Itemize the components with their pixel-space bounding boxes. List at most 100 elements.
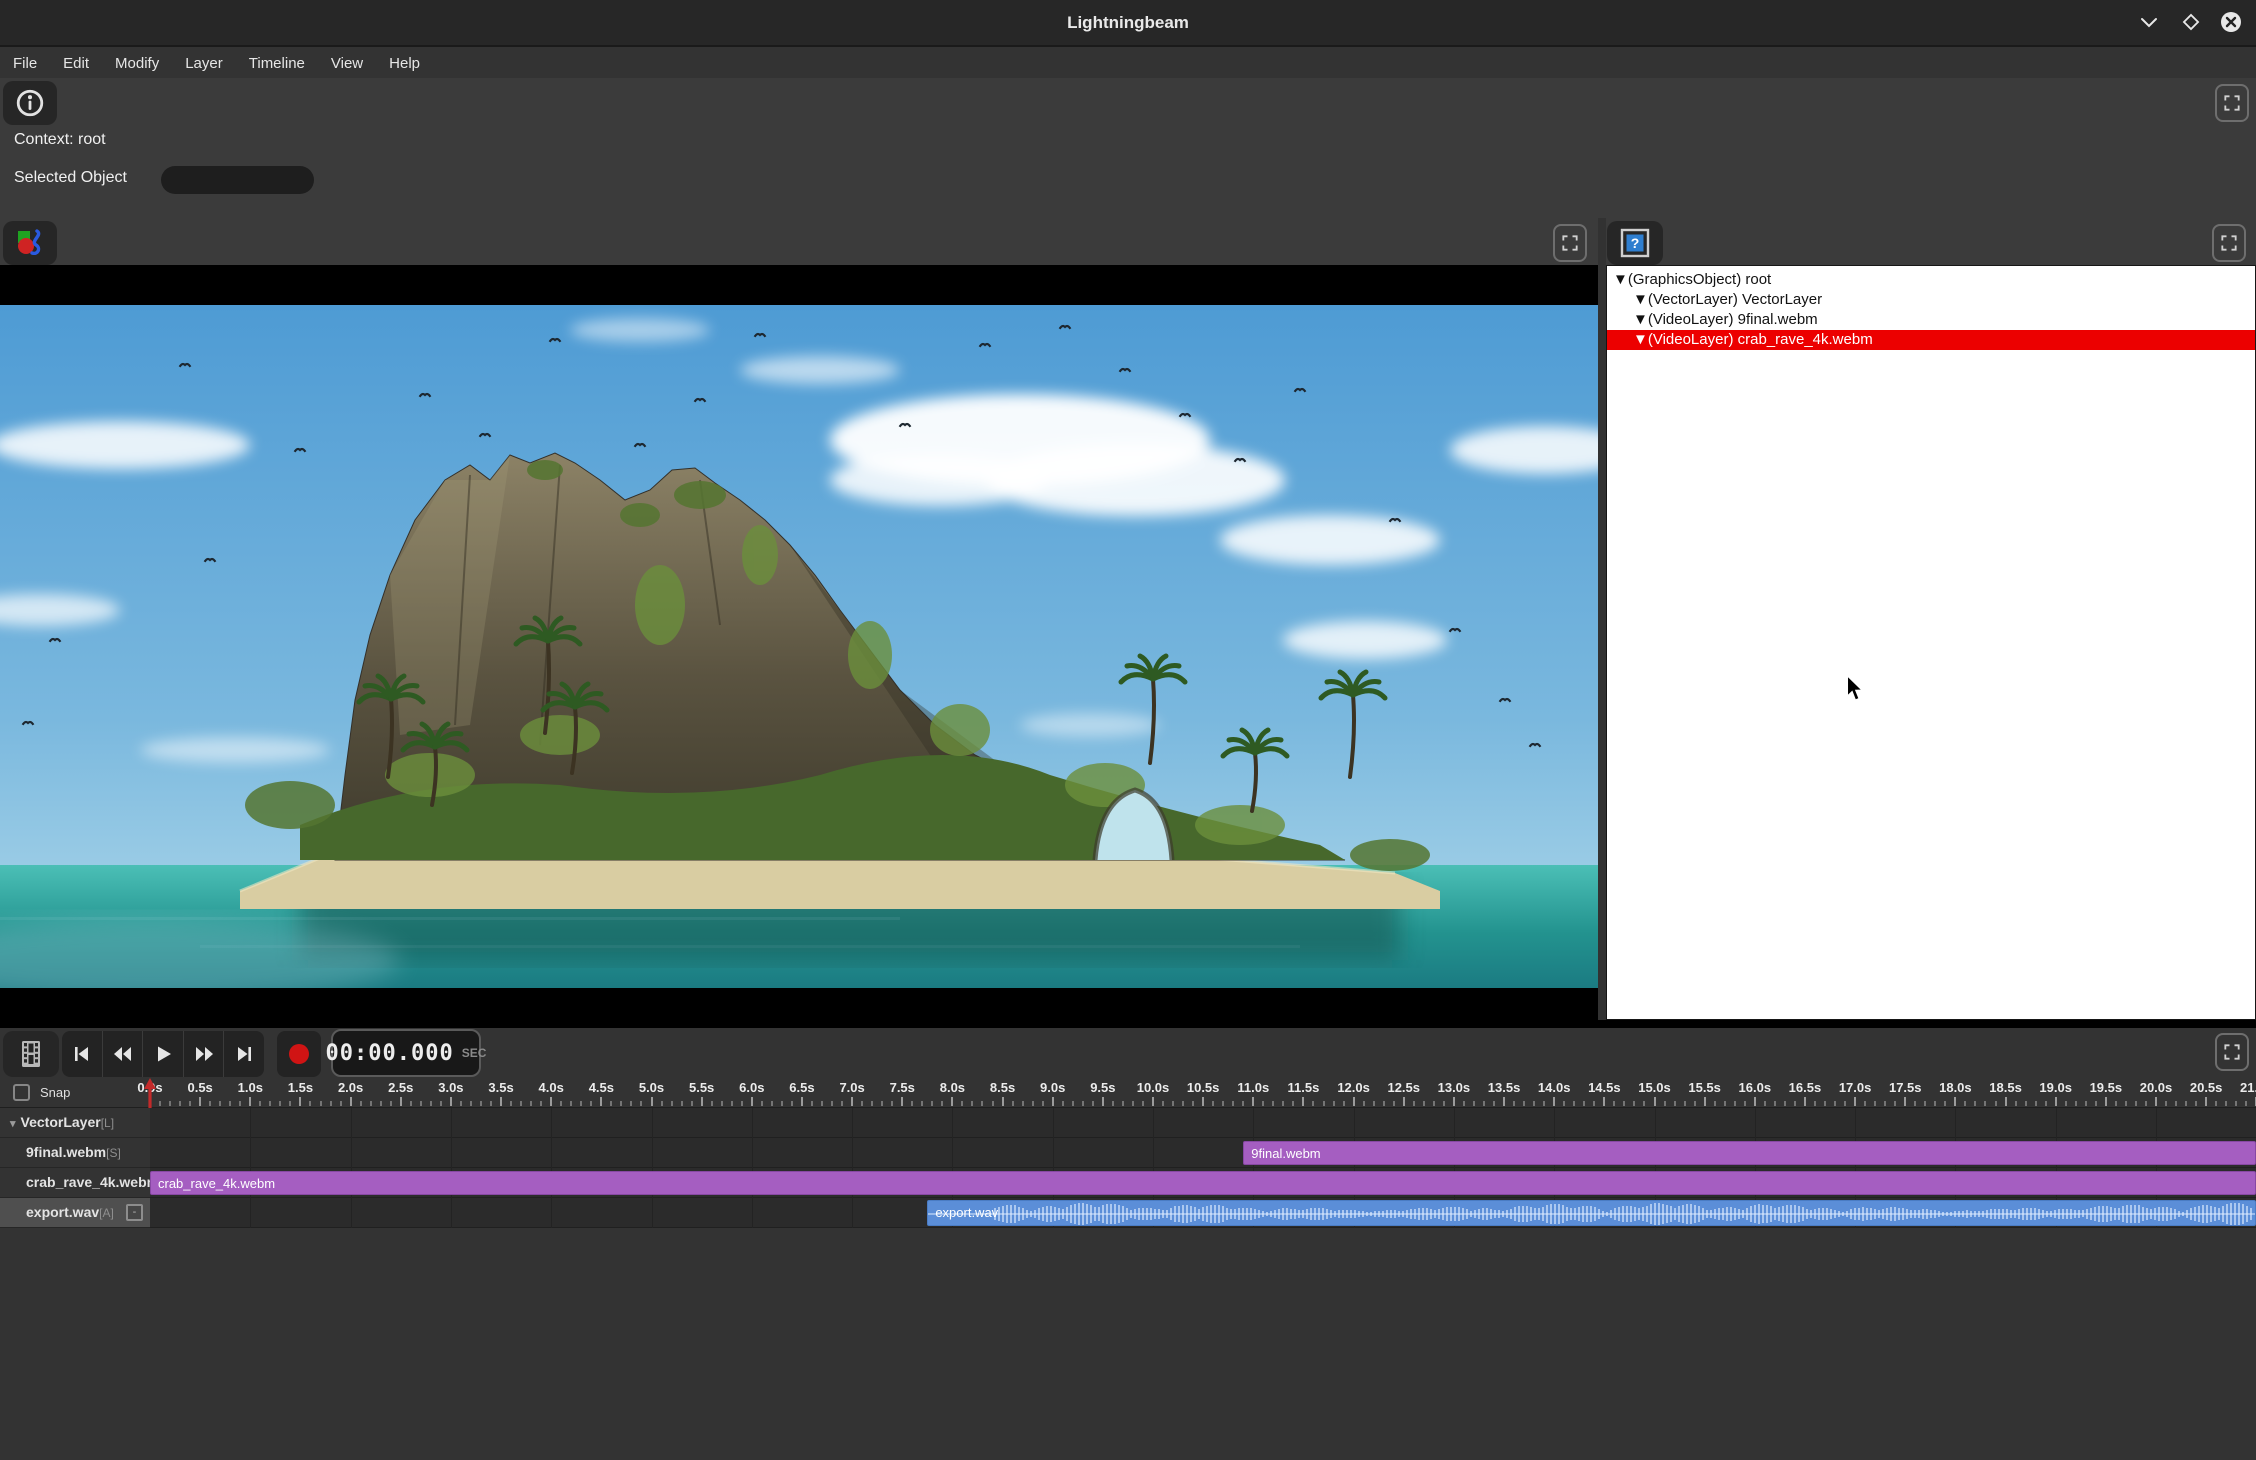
ruler-tick [1323, 1101, 1325, 1106]
snap-checkbox[interactable] [13, 1084, 30, 1101]
waveform-bar [2050, 1211, 2052, 1218]
waveform-bar [2142, 1207, 2144, 1222]
playhead[interactable] [142, 1078, 158, 1108]
waveform-bar [2202, 1205, 2204, 1223]
skip-to-start-button[interactable] [62, 1031, 102, 1077]
tree-item--videolayer-9final-webm[interactable]: ▼(VideoLayer) 9final.webm [1607, 310, 2255, 330]
selected-object-field[interactable] [161, 166, 314, 194]
waveform-bar [1814, 1209, 1816, 1219]
ruler-tick [1533, 1101, 1535, 1106]
tree-item--vectorlayer-vectorlayer[interactable]: ▼(VectorLayer) VectorLayer [1607, 290, 2255, 310]
waveform-bar [1226, 1208, 1228, 1221]
snap-label: Snap [40, 1085, 70, 1100]
ruler-tick [661, 1101, 663, 1106]
ruler-tick [630, 1101, 632, 1106]
waveform-bar [1054, 1207, 1056, 1221]
waveform-bar [1046, 1206, 1048, 1221]
waveform-bar [2054, 1210, 2056, 1218]
waveform-bar [2194, 1207, 2196, 1222]
waveform-bar [2198, 1206, 2200, 1223]
timeline-fullscreen-button[interactable] [2215, 1033, 2249, 1071]
track-label-9final.webm[interactable]: 9final.webm[S] [0, 1138, 150, 1168]
ruler-tick [2085, 1101, 2087, 1106]
video-preview-island [0, 305, 1598, 988]
ruler-tick [610, 1101, 612, 1106]
play-button[interactable] [142, 1031, 183, 1077]
menu-modify[interactable]: Modify [102, 48, 172, 79]
tree-panel-fullscreen-button[interactable] [2212, 224, 2246, 262]
waveform-bar [1202, 1207, 1204, 1221]
waveform-bar [1126, 1208, 1128, 1220]
clip-crab_rave_4k.webm[interactable]: crab_rave_4k.webm [150, 1171, 2256, 1195]
menu-edit[interactable]: Edit [50, 48, 102, 79]
stage-tab[interactable] [3, 221, 57, 265]
waveform-bar [1266, 1212, 1268, 1216]
waveform-bar [1858, 1208, 1860, 1221]
waveform-bar [1414, 1209, 1416, 1220]
ruler-tick [420, 1101, 422, 1106]
ruler-tick [520, 1101, 522, 1106]
track-label-crab_rave_4k.webm[interactable]: crab_rave_4k.webm[S] [0, 1168, 150, 1198]
waveform-bar [1874, 1209, 1876, 1219]
tree-item--videolayer-crab-rave-4k-webm[interactable]: ▼(VideoLayer) crab_rave_4k.webm [1607, 330, 2255, 350]
clip-export.wav[interactable]: export.wav [927, 1200, 2256, 1226]
waveform-bar [2074, 1210, 2076, 1219]
ruler-tick [931, 1101, 933, 1106]
ruler-tick [2195, 1101, 2197, 1106]
waveform-bar [1638, 1208, 1640, 1219]
track-toggle[interactable]: - [126, 1204, 143, 1221]
tree-item--graphicsobject-root[interactable]: ▼(GraphicsObject) root [1607, 270, 2255, 290]
waveform-bar [1354, 1210, 1356, 1218]
stage-fullscreen-button[interactable] [1553, 224, 1587, 262]
waveform-bar [1350, 1210, 1352, 1219]
waveform-bar [1746, 1208, 1748, 1220]
close-button[interactable] [2216, 7, 2246, 37]
menu-timeline[interactable]: Timeline [236, 48, 318, 79]
waveform-bar [1454, 1207, 1456, 1221]
ruler-tick [1944, 1101, 1946, 1106]
info-panel-tab[interactable] [3, 81, 57, 125]
waveform-bar [1322, 1208, 1324, 1219]
tree-panel-tab[interactable]: ? [1607, 221, 1663, 265]
ruler-tick [1393, 1101, 1395, 1106]
clip-label: crab_rave_4k.webm [158, 1173, 275, 1195]
menu-help[interactable]: Help [376, 48, 433, 79]
minimize-button[interactable] [2134, 7, 2164, 37]
waveform-bar [1706, 1210, 1708, 1218]
record-button[interactable] [277, 1031, 321, 1077]
waveform-bar [1782, 1206, 1784, 1222]
ruler-tick [1934, 1101, 1936, 1106]
ruler-tick [560, 1101, 562, 1106]
ruler-tick [871, 1101, 873, 1106]
ruler-tick [1132, 1101, 1134, 1106]
context-label: Context: root [14, 131, 106, 149]
info-panel-fullscreen-button[interactable] [2215, 84, 2249, 122]
waveform-bar [1118, 1205, 1120, 1223]
stage-canvas[interactable] [0, 265, 1598, 1020]
ruler-tick [811, 1101, 813, 1106]
waveform-bar [1522, 1206, 1524, 1222]
waveform-bar [1850, 1209, 1852, 1219]
rewind-button[interactable] [102, 1031, 143, 1077]
track-lane-VectorLayer[interactable] [150, 1108, 2256, 1138]
track-label-VectorLayer[interactable]: ▾VectorLayer[L] [0, 1108, 150, 1138]
menu-layer[interactable]: Layer [172, 48, 236, 79]
maximize-button[interactable] [2176, 7, 2206, 37]
clip-9final.webm[interactable]: 9final.webm [1243, 1141, 2256, 1165]
waveform-bar [1894, 1207, 1896, 1220]
waveform-bar [1130, 1210, 1132, 1218]
waveform-bar [1690, 1204, 1692, 1224]
disclosure-triangle-icon[interactable]: ▾ [0, 1118, 21, 1130]
ruler-tick [1924, 1101, 1926, 1106]
waveform-bar [1898, 1208, 1900, 1221]
ruler-tick [941, 1101, 943, 1106]
fast-forward-button[interactable] [183, 1031, 224, 1077]
ruler-tick [711, 1101, 713, 1106]
menu-file[interactable]: File [0, 48, 50, 79]
timeline-tab[interactable] [3, 1031, 59, 1077]
menu-view[interactable]: View [318, 48, 376, 79]
waveform-bar [1142, 1208, 1144, 1221]
skip-to-end-button[interactable] [223, 1031, 264, 1077]
fullscreen-icon [2222, 93, 2242, 113]
waveform-bar [1006, 1205, 1008, 1223]
